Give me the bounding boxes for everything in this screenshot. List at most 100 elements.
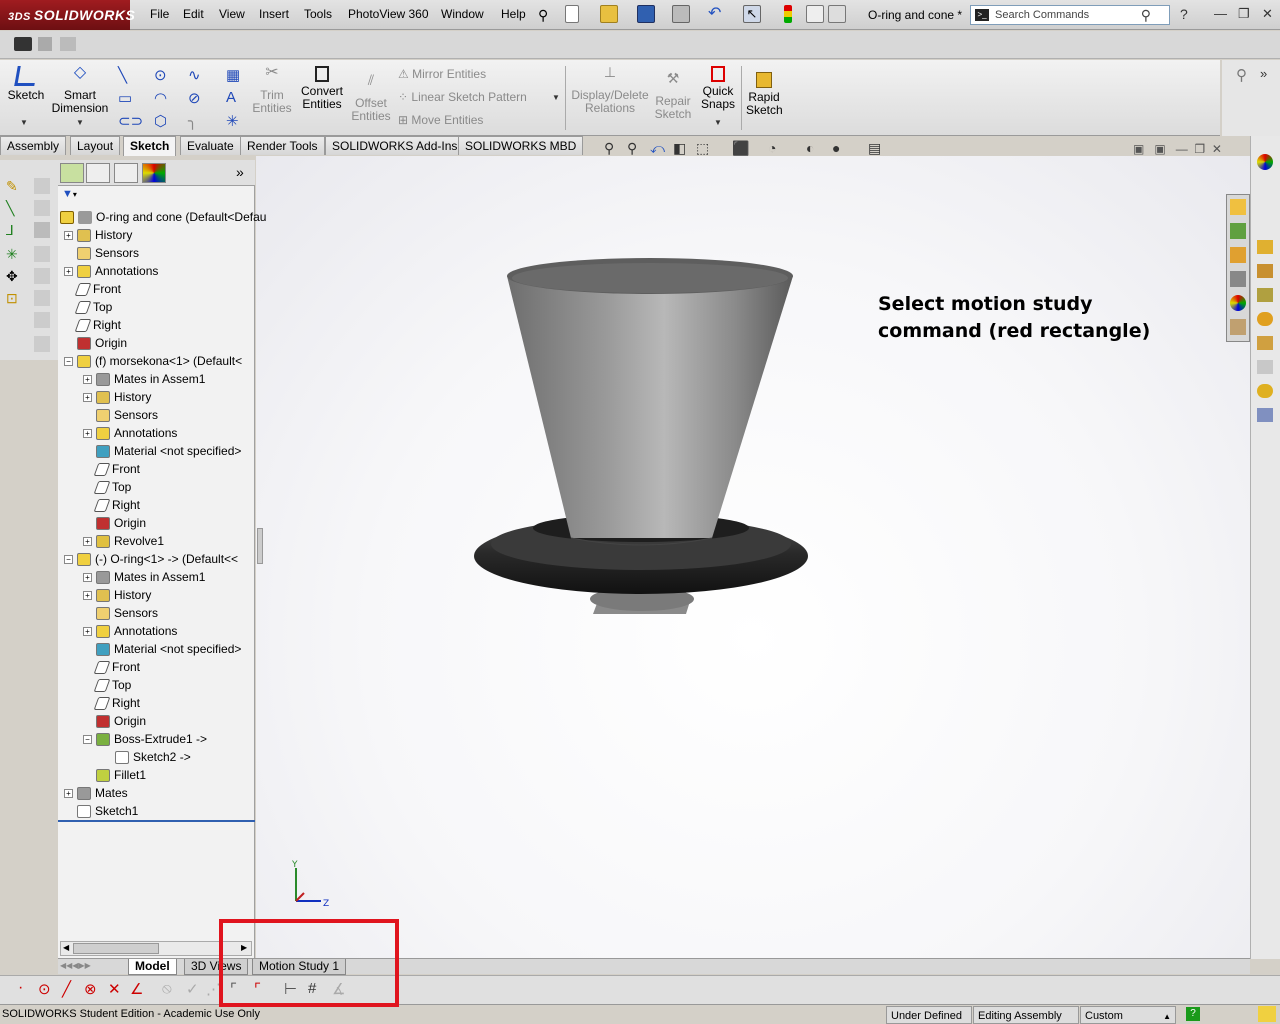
apply-scene-icon[interactable]: ▤ [868,140,881,157]
minimize-icon[interactable]: — [1214,6,1227,21]
tool-b-icon[interactable]: ✓ [186,980,199,998]
expand-icon[interactable]: + [83,591,92,601]
tree-node[interactable]: − (f) morsekona<1> (Default< [64,352,242,370]
tree-node[interactable]: Top [83,478,131,496]
relations-left-icon[interactable]: ⊡ [6,290,18,307]
tree-node[interactable]: Front [64,280,121,298]
expand-icon[interactable]: + [83,375,92,385]
tab-nav-icon[interactable]: ◀◀◀▶▶ [60,961,91,970]
tool-1-icon[interactable] [34,178,50,194]
menu-file[interactable]: File [150,7,169,21]
edit-appearance-icon[interactable]: ● [832,140,840,156]
help-icon[interactable]: ? [1180,6,1188,22]
tool-2-icon[interactable] [34,200,50,216]
tab-render-tools[interactable]: Render Tools [240,136,325,155]
arc-icon[interactable]: ◠ [154,89,167,107]
tool-8-icon[interactable] [34,336,50,352]
appearances-icon[interactable] [1257,154,1273,170]
pin-icon[interactable]: ⚲ [538,7,556,25]
file-properties-icon[interactable] [806,5,824,23]
notification-icon[interactable] [1258,1006,1276,1022]
slot-icon[interactable]: ⊂⊃ [118,112,143,130]
collapse-icon[interactable]: − [64,555,73,565]
zoom-to-fit-icon[interactable]: ⚲ [604,140,614,157]
properties-tab-icon[interactable] [1230,319,1246,335]
split-icon[interactable]: ▣ [1154,142,1165,156]
tool-5-icon[interactable] [34,268,50,284]
linear-sketch-pattern-button[interactable]: ⁘ Linear Sketch Pattern [398,90,527,104]
solidworks-logo[interactable]: 3DS SOLIDWORKS [0,0,135,30]
tool-7-icon[interactable] [34,312,50,328]
tree-node[interactable]: − Boss-Extrude1 -> [83,730,207,748]
tree-node[interactable]: + Revolve1 [83,532,164,550]
rectangle-icon[interactable]: ▭ [118,89,132,107]
menu-photoview[interactable]: PhotoView 360 [348,7,429,21]
custom-properties-icon[interactable] [1257,312,1273,326]
polygon-icon[interactable]: ⬡ [154,112,167,130]
viewport-minimize-icon[interactable]: — [1176,142,1188,156]
cross-tool-icon[interactable]: ✕ [108,980,121,998]
save-icon[interactable] [637,5,655,23]
resources-icon[interactable] [1257,384,1273,398]
configuration-manager-tab[interactable] [114,163,138,183]
expand-icon[interactable]: + [83,393,92,403]
tree-node[interactable]: Right [64,316,121,334]
mirror-entities-button[interactable]: ⚠ Mirror Entities [398,67,486,81]
expand-icon[interactable]: + [64,231,73,241]
file-explorer-icon[interactable] [1257,264,1273,278]
tool-6-icon[interactable] [34,290,50,306]
filter-icon[interactable]: ▼▾ [62,188,77,200]
solidworks-forum-icon[interactable] [1257,336,1273,350]
tab-assembly[interactable]: Assembly [0,136,67,155]
offset-entities-button[interactable]: ⫽ Offset Entities [350,72,392,123]
tab-solidworks-mbd[interactable]: SOLIDWORKS MBD [458,136,584,155]
expand-tabs-icon[interactable]: » [236,164,244,180]
tree-node[interactable]: Fillet1 [83,766,146,784]
tree-node[interactable]: + Mates in Assem1 [83,370,205,388]
tab-layout[interactable]: Layout [70,136,121,155]
ellipse-icon[interactable]: ⊘ [188,89,201,107]
help-status-icon[interactable]: ? [1186,1007,1200,1021]
library-icon[interactable] [1230,223,1246,239]
appearance-tab-icon[interactable] [1230,295,1246,311]
feature-manager-tab[interactable] [60,163,84,183]
smart-mate-icon[interactable]: ✎ [6,178,18,195]
view-palette-icon[interactable] [1257,288,1273,302]
tree-node[interactable]: + Annotations [83,424,177,442]
quick-snaps-button[interactable]: Quick Snaps [700,64,736,111]
tree-node[interactable]: Right [83,694,140,712]
search-icon[interactable]: ⚲ [1141,7,1151,24]
restore-icon[interactable]: ❐ [1238,6,1250,22]
record-icon[interactable] [60,37,76,51]
point-icon[interactable]: ✳ [226,112,239,130]
tab-sketch[interactable]: Sketch [123,136,177,156]
tree-node[interactable]: + History [83,388,151,406]
scroll-left-icon[interactable]: ◀ [63,943,69,952]
smart-dimension-button[interactable]: ◇ Smart Dimension [50,64,110,115]
select-pointer-icon[interactable]: ↖ [743,5,761,23]
dynamic-annotation-icon[interactable]: ⬚ [696,140,709,157]
expand-icon[interactable]: + [83,573,92,583]
menu-help[interactable]: Help [501,7,526,21]
tab-solidworks-addins[interactable]: SOLIDWORKS Add-Ins [325,136,465,155]
close-icon[interactable]: ✕ [1262,6,1273,22]
circle-tool-icon[interactable]: ⊙ [38,980,51,998]
menu-window[interactable]: Window [441,7,484,21]
graphics-viewport[interactable]: Y Z [256,156,1250,959]
intersection-tool-icon[interactable]: ⊗ [84,980,97,998]
camera-icon[interactable] [14,37,32,51]
tree-node[interactable]: Origin [64,334,127,352]
display-delete-relations-button[interactable]: ⊥ Display/Delete Relations [570,64,650,115]
display-manager-tab[interactable] [142,163,166,183]
section-view-icon[interactable]: ◧ [673,140,686,157]
expand-icon[interactable]: + [83,429,92,439]
menu-view[interactable]: View [219,7,245,21]
tree-node[interactable]: Top [83,676,131,694]
zoom-to-area-icon[interactable]: ⚲ [627,140,637,157]
centerline-icon[interactable]: ⅃ [6,222,14,239]
menu-edit[interactable]: Edit [183,7,204,21]
tree-node[interactable]: Origin [83,514,146,532]
tree-node[interactable]: Origin [83,712,146,730]
expand-icon[interactable]: + [83,537,92,547]
rapid-sketch-button[interactable]: Rapid Sketch [746,70,783,117]
